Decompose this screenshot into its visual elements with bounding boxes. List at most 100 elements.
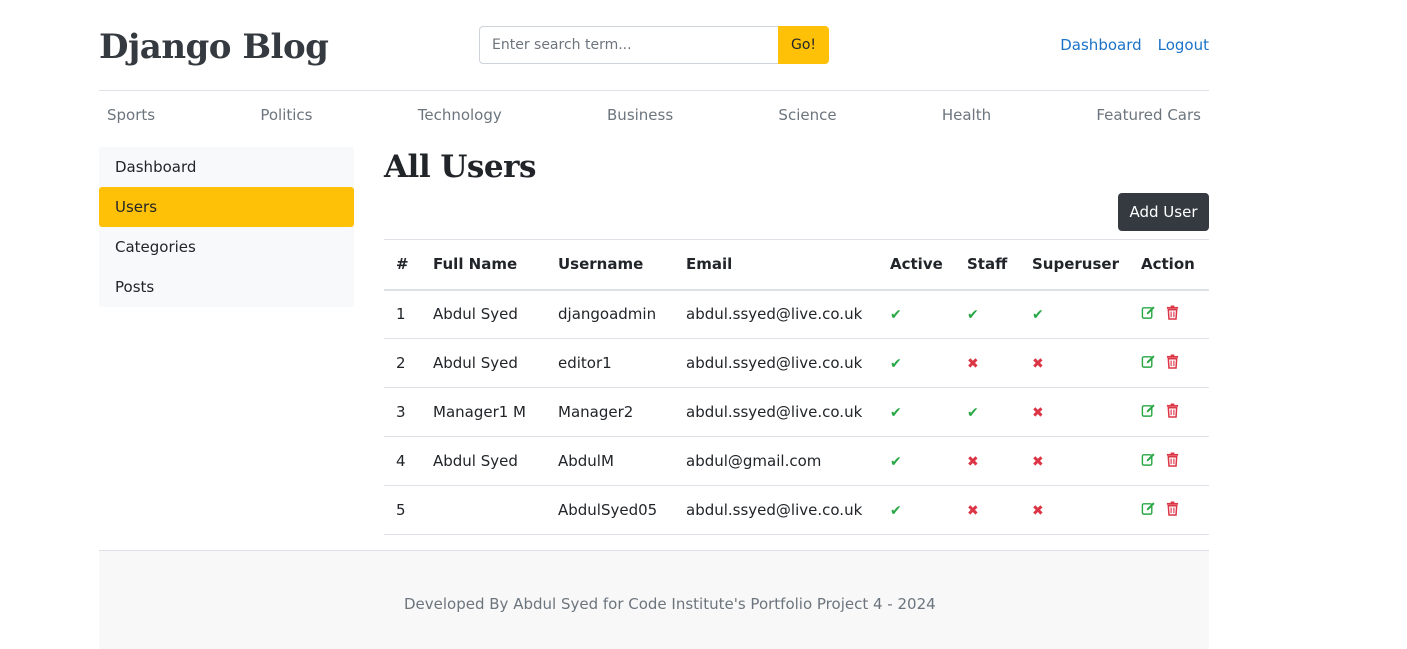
cell-action <box>1133 437 1209 486</box>
cross-icon: ✖ <box>1032 503 1044 519</box>
cross-icon: ✖ <box>967 454 979 470</box>
cell-staff: ✖ <box>959 437 1024 486</box>
cell-superuser: ✖ <box>1024 339 1133 388</box>
cross-icon: ✖ <box>1032 356 1044 372</box>
column-header-action: Action <box>1141 255 1195 274</box>
sidebar: Dashboard Users Categories Posts <box>99 147 354 307</box>
column-header-active: Active <box>890 255 943 274</box>
cell-staff: ✔ <box>959 290 1024 339</box>
cell-number: 4 <box>396 452 406 470</box>
edit-icon[interactable] <box>1141 354 1156 373</box>
cell-action <box>1133 486 1209 535</box>
footer-text: Developed By Abdul Syed for Code Institu… <box>404 595 936 613</box>
cell-full-name <box>425 486 550 535</box>
check-icon: ✔ <box>1032 307 1044 324</box>
header-links: Dashboard Logout <box>1060 36 1209 54</box>
check-icon: ✔ <box>890 503 902 519</box>
trash-icon[interactable] <box>1166 354 1179 373</box>
cell-full-name: Abdul Syed <box>433 452 518 470</box>
search-input[interactable] <box>479 26 778 64</box>
category-link-health[interactable]: Health <box>942 104 991 126</box>
cross-icon: ✖ <box>967 356 979 372</box>
column-header-full-name: Full Name <box>433 255 518 274</box>
trash-icon[interactable] <box>1166 501 1179 520</box>
edit-icon[interactable] <box>1141 501 1156 520</box>
check-icon: ✔ <box>890 356 902 372</box>
cell-username: AbdulSyed05 <box>558 501 658 519</box>
cell-active: ✔ <box>882 388 959 437</box>
site-brand[interactable]: Django Blog <box>99 22 329 72</box>
add-user-button[interactable]: Add User <box>1118 193 1209 231</box>
cell-number: 3 <box>396 403 406 421</box>
table-row: 1 Abdul Syed djangoadmin abdul.ssyed@live.c… <box>384 290 1209 339</box>
category-nav: Sports Politics Technology Business Scie… <box>99 104 1209 126</box>
column-header-staff: Staff <box>967 255 1008 274</box>
logout-link[interactable]: Logout <box>1158 36 1209 54</box>
sidebar-item-categories[interactable]: Categories <box>99 227 354 267</box>
cell-superuser: ✖ <box>1024 437 1133 486</box>
cross-icon: ✖ <box>1032 405 1044 421</box>
category-link-science[interactable]: Science <box>778 104 836 126</box>
cell-email: abdul.ssyed@live.co.uk <box>686 305 863 324</box>
sidebar-item-dashboard[interactable]: Dashboard <box>99 147 354 187</box>
cell-email: abdul.ssyed@live.co.uk <box>686 501 863 519</box>
cell-full-name: Abdul Syed <box>433 354 518 372</box>
cell-staff: ✖ <box>959 486 1024 535</box>
users-table-body: 1 Abdul Syed djangoadmin abdul.ssyed@live.c… <box>384 290 1209 535</box>
cell-username: editor1 <box>558 354 612 372</box>
table-row: 5 AbdulSyed05 abdul.ssyed@live.co.uk ✔ ✖ ✖ <box>384 486 1209 535</box>
cell-number: 1 <box>396 305 406 324</box>
trash-icon[interactable] <box>1166 403 1179 422</box>
users-table: # Full Name Username Email Active Staff … <box>384 239 1209 535</box>
header-divider <box>99 90 1209 91</box>
page-title: All Users <box>384 149 536 185</box>
cell-superuser: ✖ <box>1024 388 1133 437</box>
check-icon: ✔ <box>890 405 902 421</box>
column-header-superuser: Superuser <box>1032 255 1119 274</box>
table-row: 4 Abdul Syed AbdulM abdul@gmail.com ✔ ✖ ✖ <box>384 437 1209 486</box>
column-header-number: # <box>396 255 409 274</box>
edit-icon[interactable] <box>1141 305 1156 324</box>
table-row: 3 Manager1 M Manager2 abdul.ssyed@live.co.u… <box>384 388 1209 437</box>
check-icon: ✔ <box>967 405 979 421</box>
cell-action <box>1133 339 1209 388</box>
check-icon: ✔ <box>890 307 902 324</box>
cell-active: ✔ <box>882 437 959 486</box>
check-icon: ✔ <box>967 307 979 324</box>
sidebar-item-posts[interactable]: Posts <box>99 267 354 307</box>
category-link-featured-cars[interactable]: Featured Cars <box>1096 104 1201 126</box>
cell-active: ✔ <box>882 290 959 339</box>
category-link-technology[interactable]: Technology <box>418 104 502 126</box>
category-link-politics[interactable]: Politics <box>260 104 312 126</box>
dashboard-link[interactable]: Dashboard <box>1060 36 1141 54</box>
check-icon: ✔ <box>890 454 902 470</box>
cell-email: abdul.ssyed@live.co.uk <box>686 354 863 372</box>
cell-action <box>1133 290 1209 339</box>
category-link-sports[interactable]: Sports <box>107 104 155 126</box>
page-footer: Developed By Abdul Syed for Code Institu… <box>99 550 1209 649</box>
search-form: Go! <box>479 26 829 64</box>
trash-icon[interactable] <box>1166 305 1179 324</box>
category-link-business[interactable]: Business <box>607 104 673 126</box>
column-header-email: Email <box>686 255 733 274</box>
cell-email: abdul@gmail.com <box>686 452 822 470</box>
cross-icon: ✖ <box>967 503 979 519</box>
trash-icon[interactable] <box>1166 452 1179 471</box>
cell-username: AbdulM <box>558 452 614 470</box>
column-header-username: Username <box>558 255 644 274</box>
cross-icon: ✖ <box>1032 454 1044 470</box>
cell-active: ✔ <box>882 486 959 535</box>
table-header-row: # Full Name Username Email Active Staff … <box>384 239 1209 290</box>
cell-email: abdul.ssyed@live.co.uk <box>686 403 863 421</box>
cell-full-name: Abdul Syed <box>433 305 518 324</box>
search-button[interactable]: Go! <box>778 26 829 64</box>
cell-superuser: ✖ <box>1024 486 1133 535</box>
cell-number: 5 <box>396 501 406 519</box>
cell-staff: ✔ <box>959 388 1024 437</box>
edit-icon[interactable] <box>1141 403 1156 422</box>
cell-active: ✔ <box>882 339 959 388</box>
edit-icon[interactable] <box>1141 452 1156 471</box>
sidebar-item-users[interactable]: Users <box>99 187 354 227</box>
cell-username: Manager2 <box>558 403 634 421</box>
cell-number: 2 <box>396 354 406 372</box>
